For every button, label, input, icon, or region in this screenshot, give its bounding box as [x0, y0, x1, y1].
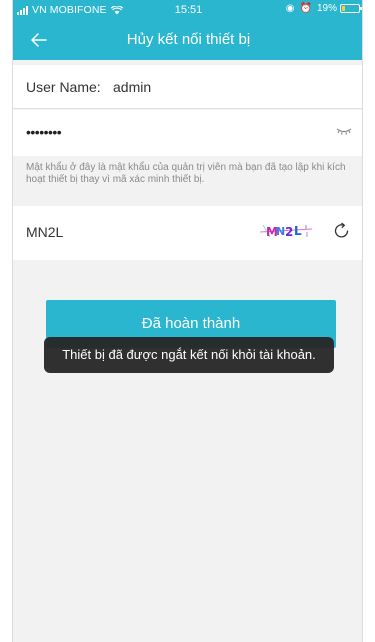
alarm-icon: ⏰ [299, 3, 312, 14]
page-title: Hủy kết nối thiết bị [126, 31, 251, 48]
captcha-input[interactable]: MN2L [26, 224, 63, 240]
username-label: User Name: [26, 79, 101, 95]
battery-icon [340, 4, 362, 13]
status-right: ◉ ⏰ 19% [285, 3, 362, 14]
battery-percent: 19% [316, 3, 337, 14]
header-bar: VN MOBIFONE 15:51 ◉ ⏰ 19% Hủy kết nối th… [13, 0, 362, 60]
app-screen: VN MOBIFONE 15:51 ◉ ⏰ 19% Hủy kết nối th… [12, 0, 363, 642]
password-hint: Mật khẩu ở đây là mật khẩu của quản trị … [26, 162, 346, 185]
password-field[interactable]: •••••••• [13, 110, 362, 156]
captcha-char-4: L [294, 224, 302, 238]
status-bar: VN MOBIFONE 15:51 ◉ ⏰ 19% [13, 0, 362, 20]
captcha-row: MN2L M N 2 L [13, 206, 362, 260]
captcha-image: M N 2 L [260, 221, 312, 241]
eye-closed-icon[interactable] [336, 126, 352, 136]
username-row: User Name: admin [13, 65, 362, 109]
password-value[interactable]: •••••••• [26, 124, 62, 140]
refresh-icon[interactable] [332, 221, 352, 241]
username-value: admin [113, 79, 152, 95]
nav-bar: Hủy kết nối thiết bị [13, 20, 362, 60]
captcha-char-3: 2 [285, 225, 293, 239]
location-icon: ◉ [285, 3, 295, 14]
captcha-char-2: N [276, 225, 285, 238]
toast-message: Thiết bị đã được ngắt kết nối khỏi tài k… [44, 337, 334, 373]
